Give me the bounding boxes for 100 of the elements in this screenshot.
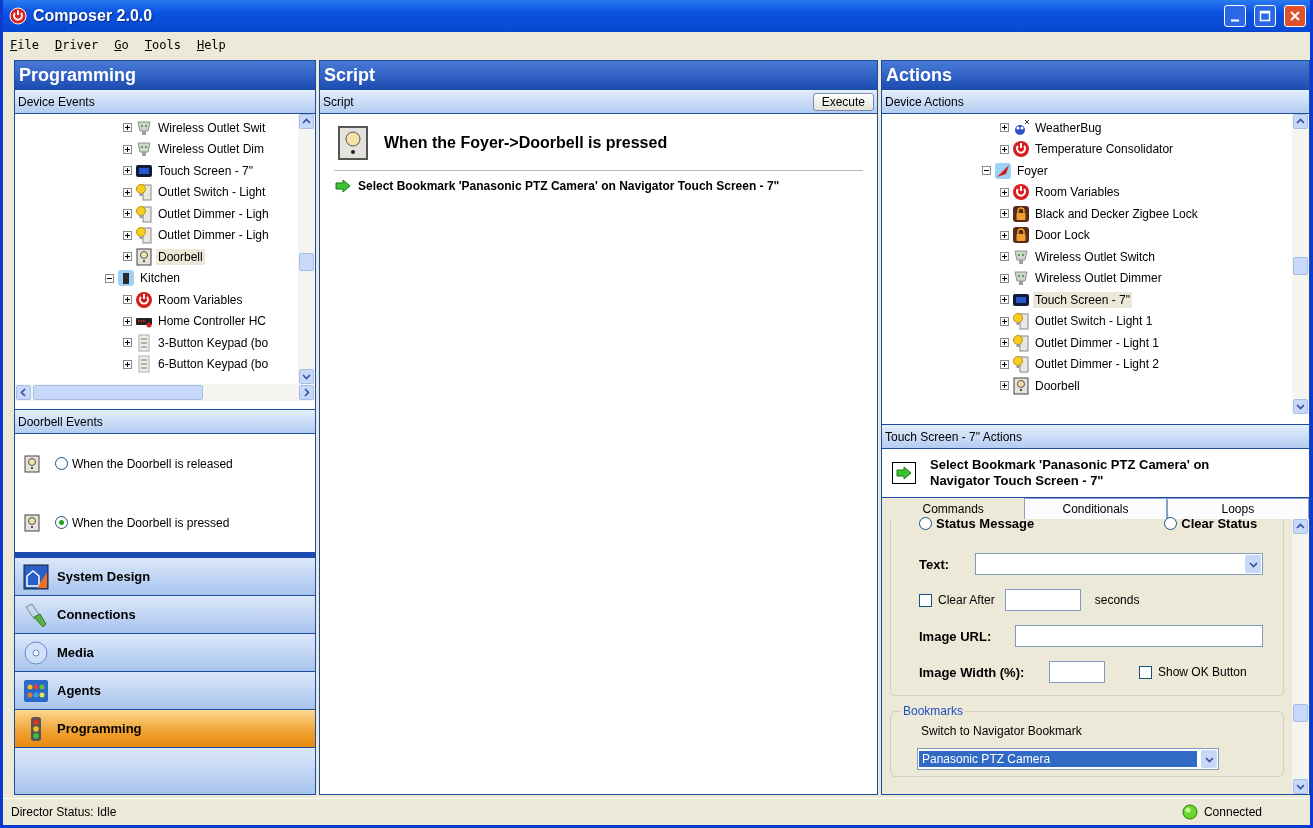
tree-item[interactable]: Wireless Outlet Dim xyxy=(156,141,266,158)
menu-item[interactable]: Tools xyxy=(143,37,182,53)
chevron-down-icon[interactable] xyxy=(302,372,311,381)
expand-icon[interactable] xyxy=(1000,252,1009,262)
menu-item[interactable]: Driver xyxy=(53,37,100,53)
tree-item[interactable]: 3-Button Keypad (bo xyxy=(156,334,271,351)
expand-icon[interactable] xyxy=(123,230,132,240)
expand-icon[interactable] xyxy=(123,209,132,219)
tree-item[interactable]: Doorbell xyxy=(156,248,205,265)
event-radio[interactable]: When the Doorbell is released xyxy=(55,456,233,471)
tree-item[interactable]: Home Controller HC xyxy=(156,313,269,330)
vertical-scrollbar[interactable] xyxy=(1292,114,1309,414)
chevron-down-icon[interactable] xyxy=(1296,782,1305,791)
scroll-thumb[interactable] xyxy=(1293,257,1308,275)
expand-icon[interactable] xyxy=(1000,359,1009,369)
image-width-field[interactable] xyxy=(1049,661,1105,683)
text-dropdown[interactable] xyxy=(975,553,1263,575)
scroll-thumb[interactable] xyxy=(1293,704,1308,722)
vertical-scrollbar[interactable] xyxy=(298,114,315,384)
tree-item[interactable]: Wireless Outlet Swit xyxy=(156,119,268,136)
tree-item[interactable]: Room Variables xyxy=(156,291,245,308)
expand-icon[interactable] xyxy=(123,144,132,154)
expand-icon[interactable] xyxy=(1000,381,1009,391)
scroll-thumb[interactable] xyxy=(33,385,203,400)
tree-item[interactable]: Touch Screen - 7" xyxy=(156,162,255,179)
script-action[interactable]: Select Bookmark 'Panasonic PTZ Camera' on Navigator Touch Screen - 7" xyxy=(358,179,780,193)
maximize-button[interactable] xyxy=(1254,5,1276,27)
expand-icon[interactable] xyxy=(1000,209,1009,219)
status-radio[interactable]: Status Message xyxy=(919,516,1035,531)
chevron-right-icon[interactable] xyxy=(302,388,311,397)
menu-item[interactable]: File xyxy=(9,37,40,53)
expand-icon[interactable] xyxy=(123,187,132,197)
chevron-down-icon[interactable] xyxy=(1296,402,1305,411)
tree-item[interactable]: WeatherBug xyxy=(1033,119,1104,136)
maximize-icon xyxy=(1259,10,1271,22)
arrow-icon xyxy=(895,466,913,480)
collapse-icon[interactable] xyxy=(105,273,114,283)
tree-item[interactable]: Wireless Outlet Switch xyxy=(1033,248,1158,265)
tree-item[interactable]: Kitchen xyxy=(138,270,183,287)
field-label: Text: xyxy=(919,556,951,572)
caret-icon[interactable] xyxy=(1248,559,1258,569)
tab[interactable]: Conditionals xyxy=(1024,498,1167,519)
chevron-left-icon[interactable] xyxy=(19,388,28,397)
nav-button[interactable]: Programming xyxy=(15,710,315,748)
expand-icon[interactable] xyxy=(1000,316,1009,326)
tree-item[interactable]: Wireless Outlet Dimmer xyxy=(1033,270,1164,287)
tree-item[interactable]: Room Variables xyxy=(1033,184,1122,201)
expand-icon[interactable] xyxy=(123,359,132,369)
nav-button[interactable]: Connections xyxy=(15,596,315,634)
chevron-up-icon[interactable] xyxy=(1296,522,1305,531)
scroll-thumb[interactable] xyxy=(299,253,314,271)
bookmark-dropdown[interactable]: Panasonic PTZ Camera xyxy=(917,748,1219,770)
status-radio[interactable]: Clear Status xyxy=(1164,516,1258,531)
close-button[interactable] xyxy=(1284,5,1306,27)
tree-item[interactable]: Door Lock xyxy=(1033,227,1092,244)
expand-icon[interactable] xyxy=(123,252,132,262)
expand-icon[interactable] xyxy=(123,316,132,326)
tree-item[interactable]: Temperature Consolidator xyxy=(1033,141,1176,158)
tree-item[interactable]: Outlet Switch - Light 1 xyxy=(1033,313,1155,330)
nav-button[interactable]: Media xyxy=(15,634,315,672)
clear-after-checkbox[interactable]: Clear After xyxy=(919,593,995,607)
expand-icon[interactable] xyxy=(123,166,132,176)
event-radio[interactable]: When the Doorbell is pressed xyxy=(55,515,230,530)
expand-icon[interactable] xyxy=(1000,123,1009,133)
expand-icon[interactable] xyxy=(1000,230,1009,240)
show-ok-checkbox[interactable]: Show OK Button xyxy=(1139,665,1247,679)
tree-item[interactable]: Outlet Dimmer - Ligh xyxy=(156,227,271,244)
tree-item[interactable]: Outlet Dimmer - Ligh xyxy=(156,205,271,222)
minimize-button[interactable] xyxy=(1224,5,1246,27)
tree-item[interactable]: Outlet Dimmer - Light 1 xyxy=(1033,334,1162,351)
tree-item[interactable]: 6-Button Keypad (bo xyxy=(156,356,271,373)
seconds-field[interactable] xyxy=(1004,589,1081,611)
horizontal-scrollbar[interactable] xyxy=(15,384,315,401)
tab[interactable]: Loops xyxy=(1166,498,1309,519)
menu-item[interactable]: Help xyxy=(195,37,227,53)
expand-icon[interactable] xyxy=(1000,295,1009,305)
chevron-up-icon[interactable] xyxy=(302,117,311,126)
expand-icon[interactable] xyxy=(1000,187,1009,197)
tree-item[interactable]: Foyer xyxy=(1015,162,1050,179)
tree-item[interactable]: Black and Decker Zigbee Lock xyxy=(1033,205,1200,222)
tree-item[interactable]: Outlet Switch - Light xyxy=(156,184,268,201)
tree-item[interactable]: Doorbell xyxy=(1033,377,1082,394)
collapse-icon[interactable] xyxy=(982,166,991,176)
expand-icon[interactable] xyxy=(123,123,132,133)
tree-item[interactable]: Touch Screen - 7" xyxy=(1033,291,1132,308)
nav-button[interactable]: Agents xyxy=(15,672,315,710)
expand-icon[interactable] xyxy=(123,338,132,348)
caret-icon[interactable] xyxy=(1204,754,1214,764)
app-logo-icon xyxy=(9,7,27,25)
chevron-up-icon[interactable] xyxy=(1296,117,1305,126)
tree-item[interactable]: Outlet Dimmer - Light 2 xyxy=(1033,356,1162,373)
image-url-field[interactable] xyxy=(1015,625,1263,647)
expand-icon[interactable] xyxy=(1000,144,1009,154)
expand-icon[interactable] xyxy=(123,295,132,305)
execute-button[interactable]: Execute xyxy=(812,92,874,111)
vertical-scrollbar[interactable] xyxy=(1292,519,1309,794)
menu-item[interactable]: Go xyxy=(113,37,130,53)
expand-icon[interactable] xyxy=(1000,273,1009,283)
nav-button[interactable]: System Design xyxy=(15,558,315,596)
expand-icon[interactable] xyxy=(1000,338,1009,348)
